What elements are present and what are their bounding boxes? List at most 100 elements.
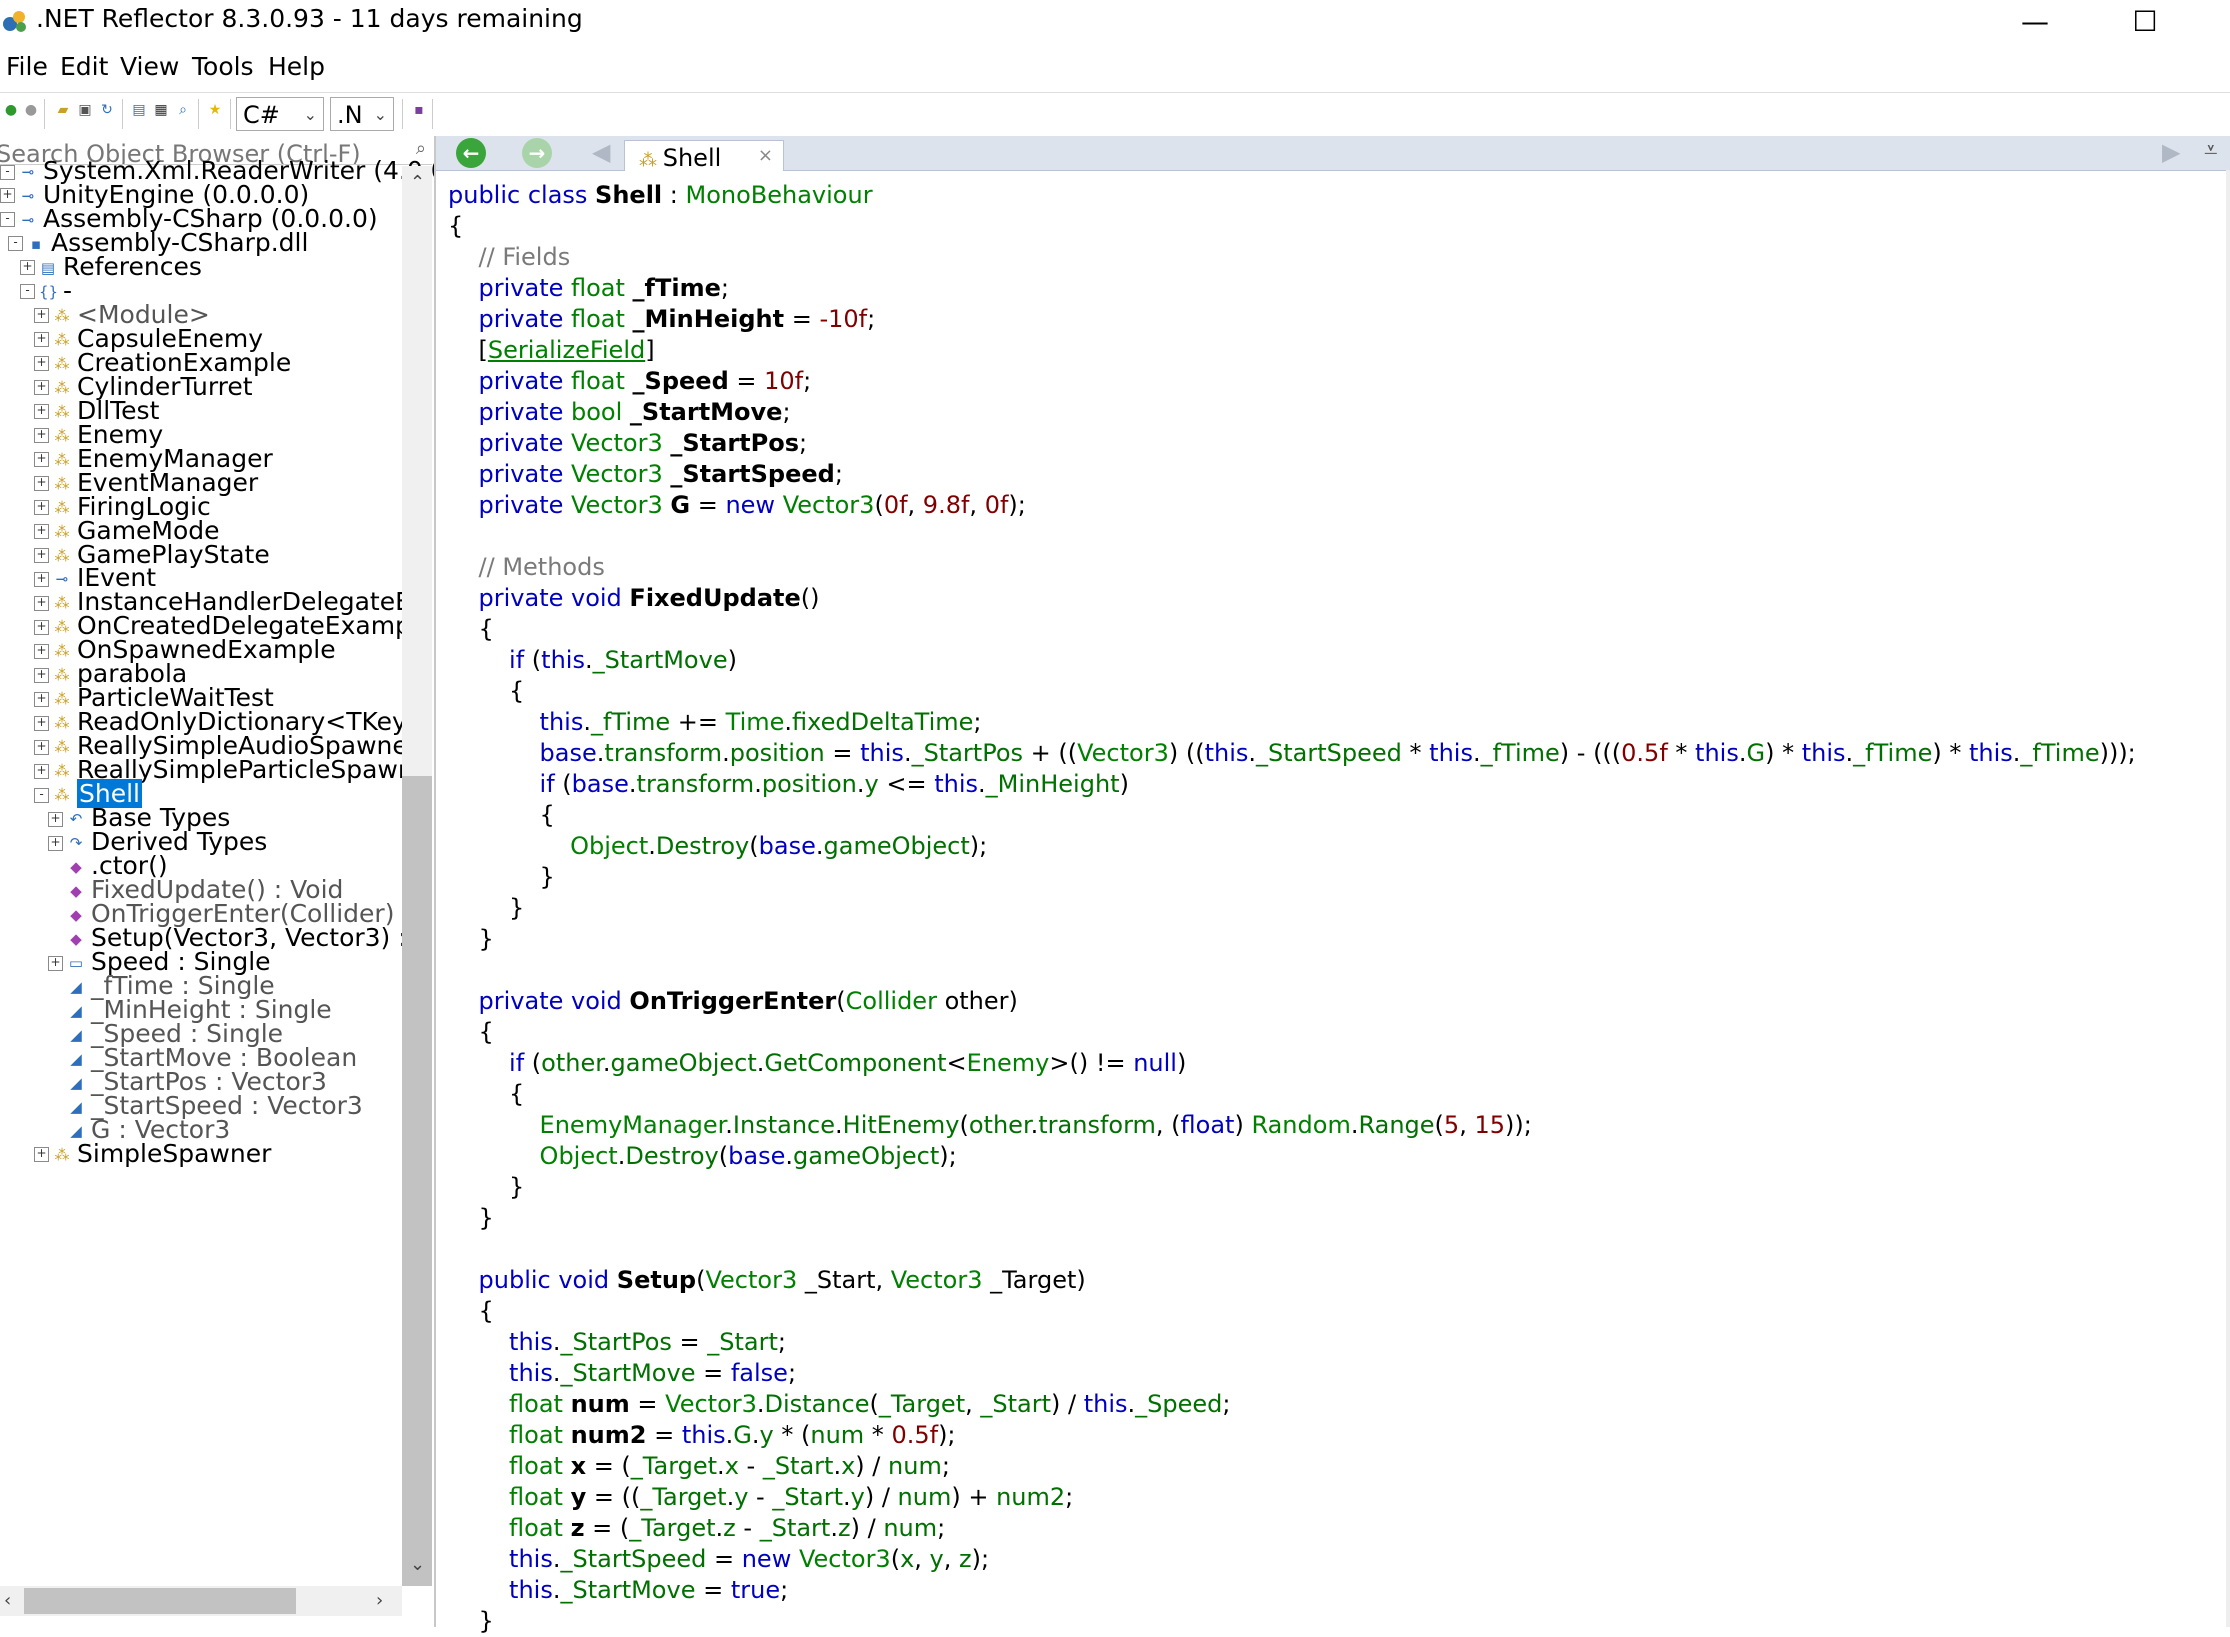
code-token: . [978,770,986,798]
code-token: _Start [759,1514,831,1542]
code-token: ( [531,1049,542,1077]
code-token: . [602,1049,611,1077]
menu-tools[interactable]: Tools [192,52,254,81]
code-token: Vector3 [1077,739,1169,767]
code-token: = [690,491,726,519]
code-token: = [728,367,765,395]
code-token: num2 [996,1483,1066,1511]
close-icon[interactable]: × [758,141,773,171]
horizontal-scrollbar-thumb[interactable] [24,1588,296,1614]
code-token: ; [777,1328,787,1356]
code-token: _StartMove [592,646,728,674]
code-token: public class [448,181,596,209]
code-token: this [1083,1390,1128,1418]
language-select[interactable]: C# ⌄ [236,97,324,131]
code-token: transform [1038,1111,1156,1139]
code-token: . [756,1390,765,1418]
code-token: , [969,491,985,519]
scroll-left-icon[interactable]: ‹ [4,1590,11,1611]
code-token: _Start [707,1328,778,1356]
code-token: // Methods [478,553,605,581]
code-token: fixedDeltaTime [792,708,974,736]
code-view[interactable]: public class Shell : MonoBehaviour{ // F… [448,180,2136,1637]
back-arrow-icon[interactable]: ← [456,138,486,168]
code-token: z [837,1514,851,1542]
collapse-icon[interactable]: - [20,284,35,300]
code-token: new [725,491,783,519]
menu-edit[interactable]: Edit [60,52,108,81]
forward-arrow-icon[interactable]: → [522,138,552,168]
code-token: other) [936,987,1018,1015]
code-token: . [648,832,656,860]
code-token: private [478,274,571,302]
framework-select[interactable]: .N ⌄ [330,97,394,131]
tab-scroll-right-icon[interactable]: ▶ [2162,138,2180,166]
bookmark-star-icon[interactable]: ★ [206,101,224,119]
code-token: _StartPos [670,429,799,457]
code-token: y [759,1421,774,1449]
open-icon[interactable]: ▰ [54,101,72,119]
code-token: = (( [586,1483,641,1511]
tab-scroll-left-icon[interactable]: ◀ [592,138,610,166]
expand-icon[interactable]: + [34,1147,49,1163]
code-token: x [570,1452,587,1480]
code-line: private Vector3 G = new Vector3(0f, 9.8f… [448,490,2136,521]
code-token: float [509,1390,571,1418]
code-token: 0f [984,491,1009,519]
code-token: } [448,925,494,953]
code-token: _StartSpeed [670,460,835,488]
disassembler-panel: ← → ◀ ⁂ Shell × ▶ ⩡ public class Shell :… [436,136,2230,1635]
back-icon[interactable]: ● [2,101,20,119]
code-token[interactable]: SerializeField [488,336,645,364]
code-token: . [815,832,824,860]
search-icon[interactable]: ⌕ [174,101,192,119]
code-token: private [478,398,571,426]
browser-icon[interactable]: ▤ [130,101,148,119]
code-token: base [539,739,597,767]
code-scrollbar[interactable] [2226,170,2230,1627]
code-token: Destroy [655,832,750,860]
code-token: private void [478,987,630,1015]
code-token: ))); [2099,739,2136,767]
code-token: = [671,1328,708,1356]
code-token: this [1968,739,2013,767]
code-token: this [1695,739,1739,767]
tab-bar: ← → ◀ ⁂ Shell × ▶ ⩡ [436,136,2230,171]
code-token: ); [971,1545,990,1573]
menu-view[interactable]: View [120,52,179,81]
save-icon[interactable]: ▣ [76,101,94,119]
minimize-button[interactable]: — [2000,0,2070,42]
code-token: this [1204,739,1249,767]
code-line: } [448,1172,2136,1203]
code-token: _Start [772,1483,843,1511]
scroll-down-icon[interactable]: ⌄ [410,1554,425,1575]
scroll-right-icon[interactable]: › [376,1590,383,1611]
menu-file[interactable]: File [6,52,48,81]
code-token: x [900,1545,915,1573]
menu-help[interactable]: Help [268,52,325,81]
disassembler-icon[interactable]: ▦ [152,101,170,119]
code-token: ); [939,1142,957,1170]
code-token: ] [645,336,655,364]
forward-icon[interactable]: ● [22,101,40,119]
tree-item[interactable]: + ⁂ SimpleSpawner [34,1137,271,1171]
vertical-scrollbar-thumb[interactable] [402,776,432,1586]
code-token: Instance [732,1111,835,1139]
refresh-icon[interactable]: ↻ [98,101,116,119]
code-token: num [897,1483,952,1511]
tab-shell[interactable]: ⁂ Shell × [624,140,784,171]
code-line: Object.Destroy(base.gameObject); [448,1141,2136,1172]
maximize-button[interactable]: ☐ [2110,0,2180,42]
addin-icon[interactable]: ▪ [410,101,428,119]
tab-list-dropdown-icon[interactable]: ⩡ [2204,136,2218,164]
code-token: gameObject [610,1049,757,1077]
code-token: G [670,491,691,519]
code-token: this [934,770,979,798]
collapse-icon[interactable]: - [34,787,49,803]
scroll-up-icon[interactable]: ⌃ [410,172,425,193]
menu-bar: File Edit View Tools Help [0,50,2230,92]
